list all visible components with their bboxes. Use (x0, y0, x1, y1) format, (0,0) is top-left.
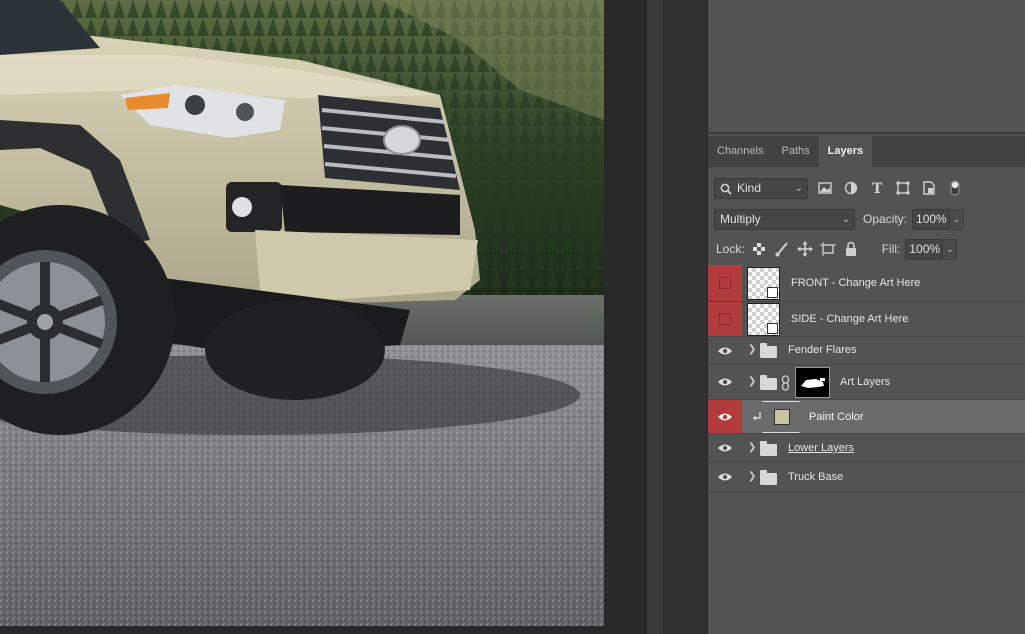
layer-row-truck-base[interactable]: ❯ Truck Base (708, 463, 1025, 492)
visibility-toggle[interactable] (708, 337, 742, 364)
shape-filter-icon[interactable] (894, 179, 912, 197)
layer-mask-thumbnail[interactable] (795, 367, 830, 398)
eye-icon (718, 473, 732, 481)
vertical-scrollbar[interactable] (646, 0, 664, 634)
chevron-down-icon: ⌄ (841, 213, 850, 225)
clipping-arrow-icon (753, 412, 761, 421)
opacity-input[interactable]: 100% (912, 208, 951, 230)
visibility-off-box-icon (719, 313, 731, 325)
search-icon (720, 183, 732, 195)
blend-mode-select[interactable]: Multiply ⌄ (714, 208, 855, 230)
filter-kind-label: Kind (737, 180, 762, 195)
layer-row-side[interactable]: SIDE - Change Art Here (708, 302, 1025, 337)
mask-link-icon (781, 375, 790, 391)
chevron-down-icon: ⌄ (794, 182, 803, 194)
opacity-slider-toggle[interactable]: ⌄ (950, 208, 965, 230)
layer-name: FRONT - Change Art Here (791, 277, 921, 289)
lock-artboard-icon[interactable] (819, 240, 837, 258)
eye-icon (718, 413, 732, 420)
fill-label: Fill: (881, 242, 901, 256)
type-filter-icon[interactable]: T (868, 179, 886, 197)
visibility-toggle[interactable] (708, 400, 742, 433)
tab-paths[interactable]: Paths (772, 136, 818, 167)
layer-thumbnail (747, 267, 780, 300)
paint-color-swatch (774, 409, 790, 425)
lock-image-icon[interactable] (773, 240, 791, 258)
lock-label: Lock: (716, 242, 745, 256)
image-filter-icon[interactable] (816, 179, 834, 197)
tab-channels[interactable]: Channels (708, 136, 772, 167)
layer-name: Fender Flares (788, 344, 857, 356)
chevron-right-icon[interactable]: ❯ (748, 442, 756, 453)
opacity-label: Opacity: (863, 212, 908, 226)
lock-fill-row: Lock: Fill: 100% ⌄ (708, 234, 1025, 264)
eye-icon (718, 444, 732, 452)
folder-icon (760, 375, 777, 390)
lock-position-icon[interactable] (796, 240, 814, 258)
svg-text:T: T (872, 181, 883, 197)
fill-input[interactable]: 100% (905, 238, 944, 260)
collapsed-panel-dock (664, 0, 708, 634)
adjustment-filter-icon[interactable] (842, 179, 860, 197)
fill-slider-toggle[interactable]: ⌄ (943, 238, 958, 260)
tab-layers[interactable]: Layers (818, 136, 873, 167)
folder-icon (760, 441, 777, 456)
visibility-off-box-icon (719, 277, 731, 289)
visibility-toggle[interactable] (708, 463, 742, 491)
layer-name: Art Layers (840, 376, 891, 388)
folder-icon (760, 470, 777, 485)
smart-object-filter-icon[interactable] (920, 179, 938, 197)
smart-object-badge-icon (767, 287, 778, 298)
visibility-toggle[interactable] (708, 365, 742, 399)
truck-photo (0, 0, 604, 626)
layer-row-paint-color[interactable]: Paint Color (708, 400, 1025, 434)
chevron-right-icon[interactable]: ❯ (748, 471, 756, 482)
layer-name: Truck Base (788, 471, 844, 483)
blend-mode-value: Multiply (720, 211, 761, 226)
photoshop-window: Channels Paths Layers Kind ⌄ T Multiply … (0, 0, 1025, 634)
layer-name: SIDE - Change Art Here (791, 313, 909, 325)
filter-toggle-icon[interactable] (946, 179, 964, 197)
layer-thumbnail (747, 303, 780, 336)
eye-icon (718, 347, 732, 354)
folder-icon (760, 343, 777, 358)
layer-name: Paint Color (809, 411, 864, 423)
panel-tabs: Channels Paths Layers (708, 136, 1025, 167)
smart-object-badge-icon (767, 323, 778, 334)
eye-icon (718, 378, 732, 386)
layers-panel-group: Channels Paths Layers Kind ⌄ T Multiply … (708, 0, 1025, 634)
lock-all-icon[interactable] (842, 240, 860, 258)
layer-row-front[interactable]: FRONT - Change Art Here (708, 265, 1025, 302)
layer-row-lower-layers[interactable]: ❯ Lower Layers (708, 434, 1025, 463)
layer-row-art-layers[interactable]: ❯ Art Layers (708, 365, 1025, 400)
document-canvas[interactable] (0, 0, 604, 626)
layer-name: Lower Layers (788, 442, 855, 454)
layer-filter-row: Kind ⌄ T (708, 172, 1025, 204)
visibility-toggle[interactable] (708, 434, 742, 462)
visibility-toggle[interactable] (708, 265, 742, 301)
fill-layer-thumbnail (762, 401, 800, 433)
filter-kind-select[interactable]: Kind ⌄ (714, 177, 808, 199)
upper-panel-area (708, 0, 1025, 134)
layer-row-fender-flares[interactable]: ❯ Fender Flares (708, 337, 1025, 365)
canvas-gutter (604, 0, 646, 634)
chevron-right-icon[interactable]: ❯ (748, 376, 756, 387)
visibility-toggle[interactable] (708, 302, 742, 336)
blend-opacity-row: Multiply ⌄ Opacity: 100% ⌄ (708, 204, 1025, 234)
lock-transparent-icon[interactable] (750, 240, 768, 258)
chevron-right-icon[interactable]: ❯ (748, 344, 756, 355)
